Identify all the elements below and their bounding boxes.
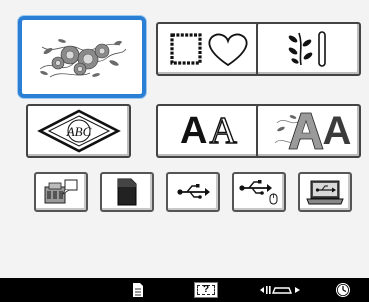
square-heart-frame-icon — [169, 33, 247, 67]
floral-pattern-icon — [39, 39, 127, 78]
frame-pattern-button[interactable] — [156, 22, 261, 76]
frame-glyph: ? — [202, 284, 210, 295]
document-icon[interactable] — [130, 281, 146, 299]
machine-card-icon — [44, 179, 78, 204]
presser-foot-icon[interactable] — [258, 281, 302, 299]
decorative-alphabet-button[interactable]: A — [256, 104, 361, 158]
pattern-selection-screen: ABC A A A ? — [0, 0, 369, 302]
letter-aa-icon: A A — [180, 110, 238, 152]
usb-mouse-icon — [239, 180, 278, 205]
bold-letter: A — [180, 110, 208, 152]
computer-connection-button[interactable] — [298, 172, 352, 212]
border-pattern-button[interactable] — [256, 22, 361, 76]
monogram-label: ABC — [65, 124, 91, 139]
abc-monogram-icon: ABC — [36, 109, 121, 153]
decorative-letter-a-icon: A — [267, 109, 351, 153]
monogram-pattern-button[interactable]: ABC — [26, 104, 131, 158]
vine-bar-icon — [288, 31, 326, 67]
embroidery-card-button[interactable] — [34, 172, 88, 212]
outline-letter: A — [209, 110, 238, 152]
usb-mouse-button[interactable] — [232, 172, 286, 212]
usb-button[interactable] — [166, 172, 220, 212]
bottom-status-bar: ? — [0, 278, 369, 302]
embroidery-pattern-button[interactable] — [18, 16, 146, 98]
usb-icon — [177, 184, 210, 199]
frame-display-icon[interactable]: ? — [193, 281, 219, 299]
laptop-usb-icon — [306, 180, 344, 205]
memory-card-button[interactable] — [100, 172, 154, 212]
clock-icon[interactable] — [333, 281, 353, 299]
character-pattern-button[interactable]: A A — [156, 104, 261, 158]
gray-letter: A — [322, 109, 352, 153]
sd-card-icon — [117, 178, 137, 206]
